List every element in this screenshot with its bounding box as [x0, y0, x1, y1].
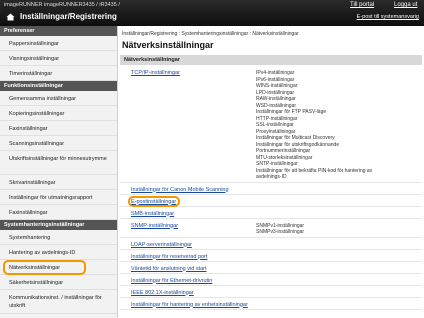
- sidebar-item-kopieringsinstallningar[interactable]: Kopieringsinställningar: [0, 106, 117, 121]
- sidebar-item-natverksinstallningar[interactable]: Nätverksinställningar: [0, 260, 117, 275]
- sidebar-item-visningsinstallningar[interactable]: Visningsinställningar: [0, 51, 117, 66]
- page-header-title: Inställningar/Registrering: [20, 12, 117, 21]
- ieee-802-1x-installningar-link[interactable]: IEEE 802.1X-inställningar: [131, 290, 194, 296]
- settings-row: Inställningar för reserverad port: [120, 251, 422, 262]
- home-icon[interactable]: [6, 13, 15, 21]
- installningar-for-reserverad-port-link[interactable]: Inställningar för reserverad port: [131, 254, 207, 260]
- sidebar-item-faxinstallningar[interactable]: Faxinställningar: [0, 205, 117, 220]
- mail-admin-link[interactable]: E-post till systemansvarig: [357, 14, 419, 20]
- main-content: Inställningar/Registrering : Systemhante…: [118, 26, 424, 318]
- sidebar-item-timerinstallningar[interactable]: Timerinställningar: [0, 66, 117, 81]
- vantetid-for-anslutning-vid-start-link[interactable]: Väntetid för anslutning vid start: [131, 266, 207, 272]
- settings-row: E-postinställningar: [120, 195, 422, 207]
- settings-row: SNMP-inställningar SNMPv1-inställningar SN…: [120, 220, 422, 238]
- settings-row: Inställningar för Canon Mobile Scanning: [120, 184, 422, 195]
- smb-installningar-link[interactable]: SMB-inställningar: [131, 211, 174, 217]
- sub-settings-list: SNMPv1-inställningar SNMPv3-inställningar: [256, 223, 422, 236]
- sidebar-item-sakerhetsinstallningar[interactable]: Säkerhetsinställningar: [0, 275, 117, 290]
- settings-row: TCP/IP-inställningar IPv4-inställningar IP…: [120, 67, 422, 183]
- selected-highlight: [3, 260, 86, 275]
- tcp-ip-installningar-link[interactable]: TCP/IP-inställningar: [131, 70, 180, 76]
- device-name: imageRUNNER imageRUNNER3435 / iR3435 /: [4, 2, 120, 8]
- settings-row: IEEE 802.1X-inställningar: [120, 287, 422, 298]
- sidebar-item-skrivarinstallningar[interactable]: Skrivarinställningar: [0, 175, 117, 190]
- installningar-for-canon-mobile-scanning-link[interactable]: Inställningar för Canon Mobile Scanning: [131, 187, 229, 193]
- logout-link[interactable]: Logga ut: [394, 2, 417, 8]
- sidebar-heading-funktionsinstallningar: Funktionsinställningar: [0, 81, 117, 91]
- sub-settings-list: IPv4-inställningar IPv6-inställningar WINS…: [256, 70, 422, 181]
- sidebar-item-installningar-for-utmatningsrapport[interactable]: Inställningar för utmatningsrapport: [0, 190, 117, 205]
- section-header: Nätverksinställningar: [120, 55, 422, 65]
- sidebar-item-scanningsinstallningar[interactable]: Scanningsinställningar: [0, 136, 117, 151]
- sidebar-item-pappersinstallningar[interactable]: Pappersinställningar: [0, 36, 117, 51]
- sidebar-item-systemhantering[interactable]: Systemhantering: [0, 230, 117, 245]
- settings-row: Inställningar för Ethernet-drivrutin: [120, 275, 422, 286]
- top-bar: imageRUNNER imageRUNNER3435 / iR3435 / I…: [0, 0, 424, 26]
- portal-link[interactable]: Till portal: [350, 2, 374, 8]
- sub-setting-item: avdelnings-ID: [256, 174, 287, 180]
- ldap-serverinstallningar-link[interactable]: LDAP-serverinställningar: [131, 242, 192, 248]
- settings-row: Väntetid för anslutning vid start: [120, 263, 422, 274]
- breadcrumb: Inställningar/Registrering : Systemhante…: [122, 31, 299, 37]
- sidebar-item-hantering-av-avdelnings-id[interactable]: Hantering av avdelnings-ID: [0, 245, 117, 260]
- installningar-for-ethernet-drivrutin-link[interactable]: Inställningar för Ethernet-drivrutin: [131, 278, 212, 284]
- settings-row: SMB-inställningar: [120, 208, 422, 219]
- sidebar-item-faxinstallningar[interactable]: Faxinställningar: [0, 121, 117, 136]
- settings-row: Inställningar för hantering av enhetsins…: [120, 299, 422, 310]
- snmp-installningar-link[interactable]: SNMP-inställningar: [131, 223, 178, 229]
- sidebar-item-kommunikationsinst-installningar-for-uts[interactable]: Kommunikationsinst. / inställningar för …: [0, 290, 117, 314]
- page-title: Nätverksinställningar: [122, 40, 214, 50]
- sidebar-item-utskriftsinstallningar-for-minnesutrymme[interactable]: Utskriftsinställningar för minnesutrymme: [0, 151, 117, 175]
- highlight-ring: [128, 195, 180, 207]
- sidebar-item-gemensamma-installningar[interactable]: Gemensamma inställningar: [0, 91, 117, 106]
- sidebar: Preferenser Pappersinställningar Visningsi…: [0, 26, 118, 318]
- settings-row: LDAP-serverinställningar: [120, 239, 422, 250]
- installningar-for-hantering-av-enhetsins-link[interactable]: Inställningar för hantering av enhetsins…: [131, 302, 248, 308]
- sidebar-heading-preferenser: Preferenser: [0, 26, 117, 36]
- sidebar-heading-systemhanteringsinstallningar: Systemhanteringsinställningar: [0, 220, 117, 230]
- sub-setting-item: SNMPv3-inställningar: [256, 229, 305, 235]
